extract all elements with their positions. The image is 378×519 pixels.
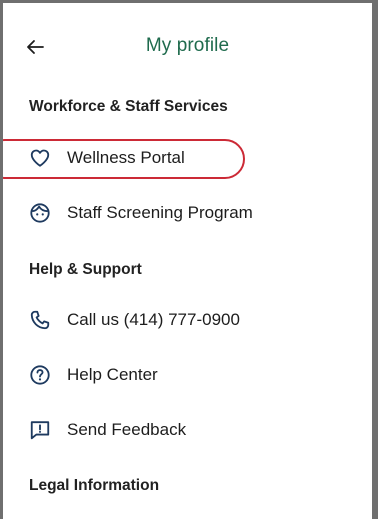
call-us-item[interactable]: Call us (414) 777-0900 (3, 296, 372, 344)
wellness-portal-label: Wellness Portal (67, 148, 185, 167)
wellness-portal-item[interactable]: Wellness Portal (3, 134, 372, 182)
page-title: My profile (145, 35, 230, 56)
staff-screening-label: Staff Screening Program (67, 203, 253, 222)
feedback-icon (30, 421, 50, 440)
help-center-label: Help Center (67, 365, 158, 384)
screen: My profile Workforce & Staff Services We… (3, 3, 372, 519)
staff-screening-item[interactable]: Staff Screening Program (3, 189, 372, 237)
call-us-label: Call us (414) 777-0900 (67, 310, 240, 329)
section-title-help: Help & Support (29, 261, 142, 278)
send-feedback-item[interactable]: Send Feedback (3, 406, 372, 454)
question-circle-icon (30, 365, 50, 385)
send-feedback-label: Send Feedback (67, 420, 187, 439)
header: My profile (3, 3, 372, 91)
face-icon (30, 203, 50, 223)
heart-icon (30, 149, 50, 167)
section-title-legal: Legal Information (29, 477, 160, 494)
section-title-workforce: Workforce & Staff Services (29, 98, 228, 115)
help-center-item[interactable]: Help Center (3, 351, 372, 399)
phone-icon (30, 310, 50, 330)
